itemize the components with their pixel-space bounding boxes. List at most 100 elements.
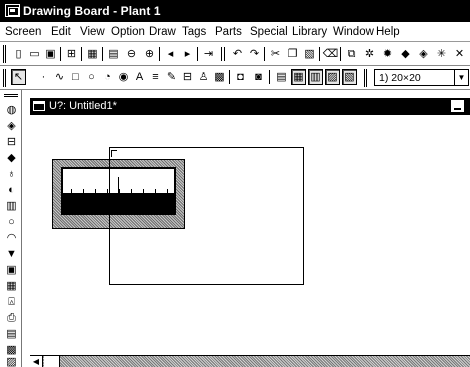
duplicate-icon[interactable]: ⧉ bbox=[344, 46, 359, 62]
group-icon[interactable]: ✲ bbox=[362, 46, 377, 62]
part-bar-icon[interactable]: ▥ bbox=[5, 200, 18, 213]
horizontal-scrollbar[interactable]: ◀ bbox=[30, 355, 470, 367]
view-mode-2-icon[interactable]: ▦ bbox=[291, 69, 306, 85]
move-icon[interactable]: ✕ bbox=[452, 46, 467, 62]
dot-icon[interactable]: · bbox=[36, 69, 51, 85]
delete-icon[interactable]: ⌫ bbox=[323, 46, 339, 62]
zoom-out-icon[interactable]: ⊖ bbox=[124, 46, 139, 62]
go-to-icon[interactable]: ⇥ bbox=[201, 46, 216, 62]
grid-size-select[interactable]: 1) 20×20 ▼ bbox=[374, 69, 469, 86]
open-icon[interactable]: ▭ bbox=[27, 46, 42, 62]
scale-tick bbox=[143, 189, 144, 193]
toolbar-separator bbox=[340, 47, 341, 61]
circle-icon[interactable]: ○ bbox=[84, 69, 99, 85]
part-keypad-icon[interactable]: ▦ bbox=[5, 280, 18, 293]
view-mode-1-icon[interactable]: ▤ bbox=[274, 69, 289, 85]
toolbar-separator bbox=[224, 47, 225, 61]
menu-special[interactable]: Special bbox=[250, 26, 288, 38]
view-mode-3-icon[interactable]: ▥ bbox=[308, 69, 323, 85]
menu-view[interactable]: View bbox=[80, 26, 105, 38]
toolbar-grip[interactable] bbox=[3, 69, 6, 87]
toolbar-grip[interactable] bbox=[364, 69, 367, 87]
part-arc-icon[interactable]: ◠ bbox=[5, 232, 18, 245]
arc-icon[interactable]: ◔ bbox=[100, 69, 115, 85]
part-arrow-icon[interactable]: ▼ bbox=[5, 248, 18, 261]
menu-library[interactable]: Library bbox=[292, 26, 327, 38]
part-graph-icon[interactable]: ◐ bbox=[5, 184, 18, 197]
toolbar-grip[interactable] bbox=[3, 45, 6, 63]
person-icon[interactable]: ♙ bbox=[196, 69, 211, 85]
pen-icon[interactable]: ✎ bbox=[164, 69, 179, 85]
part-table-icon[interactable]: ▤ bbox=[5, 328, 18, 341]
menu-draw[interactable]: Draw bbox=[149, 26, 176, 38]
view-mode-4-icon[interactable]: ▨ bbox=[325, 69, 340, 85]
image-icon[interactable]: ⊟ bbox=[180, 69, 195, 85]
rectangle-icon[interactable]: □ bbox=[68, 69, 83, 85]
part-switch-icon[interactable]: ◈ bbox=[5, 120, 18, 133]
app-title-bar[interactable]: Drawing Board - Plant 1 bbox=[0, 0, 470, 22]
prev-screen-icon[interactable]: ◂ bbox=[163, 46, 178, 62]
save-icon[interactable]: ▣ bbox=[43, 46, 58, 62]
layer-back-icon[interactable]: ◙ bbox=[251, 69, 266, 85]
picture-icon[interactable]: ▩ bbox=[212, 69, 227, 85]
library-icon[interactable]: ⊞ bbox=[64, 46, 79, 62]
new-icon[interactable]: ▯ bbox=[11, 46, 26, 62]
scale-tick bbox=[107, 189, 108, 193]
meter-part[interactable] bbox=[52, 159, 185, 229]
part-circle-icon[interactable]: ○ bbox=[5, 216, 18, 229]
app-icon[interactable] bbox=[5, 4, 20, 17]
text-icon[interactable]: A bbox=[132, 69, 147, 85]
cut-icon[interactable]: ✂ bbox=[268, 46, 283, 62]
toolbar-separator bbox=[264, 47, 265, 61]
menu-help[interactable]: Help bbox=[376, 26, 400, 38]
copy-icon[interactable]: ❐ bbox=[285, 46, 300, 62]
minimize-button[interactable] bbox=[451, 100, 464, 112]
part-tank-icon[interactable]: ◆ bbox=[5, 152, 18, 165]
part-bulb-icon[interactable]: ♁ bbox=[5, 168, 18, 181]
menu-window[interactable]: Window bbox=[333, 26, 374, 38]
part-panel-icon[interactable]: ▣ bbox=[5, 264, 18, 277]
scroll-thumb[interactable] bbox=[44, 356, 60, 367]
anchor-marker-icon bbox=[111, 150, 117, 157]
chevron-down-icon[interactable]: ▼ bbox=[454, 70, 468, 85]
screen-list-icon[interactable]: ▤ bbox=[106, 46, 121, 62]
rotate-icon[interactable]: ✳ bbox=[434, 46, 449, 62]
toolbar-grip[interactable] bbox=[4, 94, 18, 97]
undo-icon[interactable]: ↶ bbox=[230, 46, 245, 62]
paste-icon[interactable]: ▧ bbox=[302, 46, 317, 62]
layer-front-icon[interactable]: ◘ bbox=[233, 69, 248, 85]
menu-tags[interactable]: Tags bbox=[182, 26, 206, 38]
part-alarm-icon[interactable]: ⍓ bbox=[5, 296, 18, 309]
document-icon[interactable] bbox=[33, 101, 45, 111]
parts-toolbar: ◍ ◈ ⊟ ◆ ♁ ◐ ▥ ○ ◠ ▼ ▣ ▦ ⍓ ⎙ ▤ ▩ ▨ bbox=[0, 90, 22, 367]
view-mode-5-icon[interactable]: ▧ bbox=[342, 69, 357, 85]
ungroup-icon[interactable]: ✹ bbox=[380, 46, 395, 62]
toolbar-separator bbox=[60, 47, 61, 61]
align-icon[interactable]: ◆ bbox=[398, 46, 413, 62]
child-window-title-bar[interactable]: U?: Untitled1* bbox=[30, 98, 470, 115]
menu-parts[interactable]: Parts bbox=[215, 26, 242, 38]
menu-screen[interactable]: Screen bbox=[5, 26, 41, 38]
scale-tick bbox=[167, 189, 168, 193]
toolbar-separator bbox=[221, 47, 222, 61]
fill-icon[interactable]: ◉ bbox=[116, 69, 131, 85]
scale-icon[interactable]: ≡ bbox=[148, 69, 163, 85]
scroll-left-icon[interactable]: ◀ bbox=[30, 356, 43, 367]
select-arrow-icon[interactable]: ↖ bbox=[11, 69, 26, 85]
part-printer-icon[interactable]: ⎙ bbox=[5, 312, 18, 325]
scale-tick bbox=[71, 189, 72, 193]
drawing-toolbar: ↖ · ∿ □ ○ ◔ ◉ A ≡ ✎ ⊟ ♙ ▩ ◘ ◙ ▤ ▦ ▥ ▨ ▧ … bbox=[0, 66, 470, 90]
meter-scale bbox=[63, 169, 174, 193]
part-meter-icon[interactable]: ⊟ bbox=[5, 136, 18, 149]
scale-tick bbox=[155, 189, 156, 193]
polyline-icon[interactable]: ∿ bbox=[52, 69, 67, 85]
flip-icon[interactable]: ◈ bbox=[416, 46, 431, 62]
grid-icon[interactable]: ▦ bbox=[85, 46, 100, 62]
menu-edit[interactable]: Edit bbox=[51, 26, 71, 38]
redo-icon[interactable]: ↷ bbox=[247, 46, 262, 62]
part-lamp-icon[interactable]: ◍ bbox=[5, 104, 18, 117]
zoom-in-icon[interactable]: ⊕ bbox=[142, 46, 157, 62]
part-numeric-icon[interactable]: ▨ bbox=[5, 356, 18, 367]
next-screen-icon[interactable]: ▸ bbox=[180, 46, 195, 62]
menu-option[interactable]: Option bbox=[111, 26, 145, 38]
